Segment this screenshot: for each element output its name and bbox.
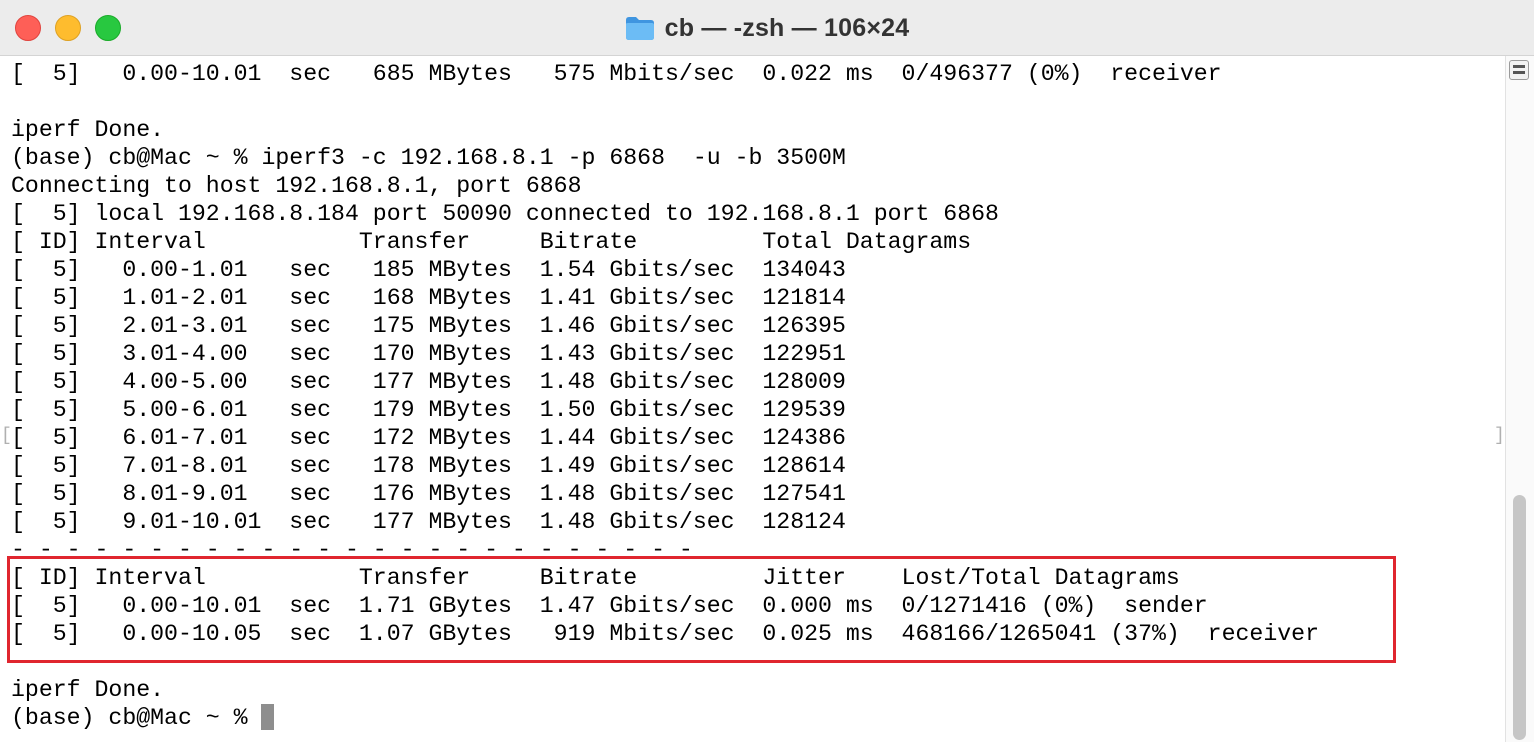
terminal-line: [ 5] 1.01-2.01 sec 168 MBytes 1.41 Gbits… [11,285,846,311]
scrollbar-thumb[interactable] [1513,495,1526,740]
shell-prompt: (base) cb@Mac ~ % [11,705,262,731]
terminal-line: Connecting to host 192.168.8.1, port 686… [11,173,582,199]
terminal-prompt-line[interactable]: (base) cb@Mac ~ % [11,704,1501,732]
text-cursor [261,704,275,730]
terminal-line: [ 5] 0.00-10.01 sec 685 MBytes 575 Mbits… [11,61,1222,87]
terminal-line: [ 5] 4.00-5.00 sec 177 MBytes 1.48 Gbits… [11,369,846,395]
terminal-line: [ 5] 7.01-8.01 sec 178 MBytes 1.49 Gbits… [11,453,846,479]
terminal-line: [ 5] 3.01-4.00 sec 170 MBytes 1.43 Gbits… [11,341,846,367]
terminal-line: (base) cb@Mac ~ % iperf3 -c 192.168.8.1 … [11,145,846,171]
terminal-line: iperf Done. [11,677,165,703]
right-edge-bracket-mark: ] [1494,426,1505,446]
terminal-line: [ 5] 0.00-10.01 sec 1.71 GBytes 1.47 Gbi… [11,593,1208,619]
terminal-window: cb — -zsh — 106×24 [ 5] 0.00-10.01 sec 6… [0,0,1534,742]
terminal-line: [ 5] 5.00-6.01 sec 179 MBytes 1.50 Gbits… [11,397,846,423]
terminal-line: [ 5] 0.00-1.01 sec 185 MBytes 1.54 Gbits… [11,257,846,283]
terminal-line: [ 5] 2.01-3.01 sec 175 MBytes 1.46 Gbits… [11,313,846,339]
split-pane-button[interactable] [1509,60,1529,80]
terminal-line: [ 5] 8.01-9.01 sec 176 MBytes 1.48 Gbits… [11,481,846,507]
window-title-group: cb — -zsh — 106×24 [0,0,1534,56]
split-pane-icon-bar [1513,71,1525,74]
folder-icon [625,17,654,40]
terminal-line: iperf Done. [11,117,165,143]
terminal-line: [ 5] 9.01-10.01 sec 177 MBytes 1.48 Gbit… [11,509,846,535]
left-edge-bracket-mark: [ [1,426,12,446]
terminal-line: [ 5] 6.01-7.01 sec 172 MBytes 1.44 Gbits… [11,425,846,451]
terminal-line: [ ID] Interval Transfer Bitrate Jitter L… [11,565,1180,591]
window-title: cb — -zsh — 106×24 [664,13,910,42]
title-bar[interactable]: cb — -zsh — 106×24 [0,0,1534,56]
terminal-line: [ 5] 0.00-10.05 sec 1.07 GBytes 919 Mbit… [11,621,1319,647]
terminal-line: [ ID] Interval Transfer Bitrate Total Da… [11,229,972,255]
terminal-output[interactable]: [ 5] 0.00-10.01 sec 685 MBytes 575 Mbits… [11,60,1501,740]
split-pane-icon-bar [1513,65,1525,68]
terminal-line: - - - - - - - - - - - - - - - - - - - - … [11,537,693,563]
terminal-line: [ 5] local 192.168.8.184 port 50090 conn… [11,201,999,227]
